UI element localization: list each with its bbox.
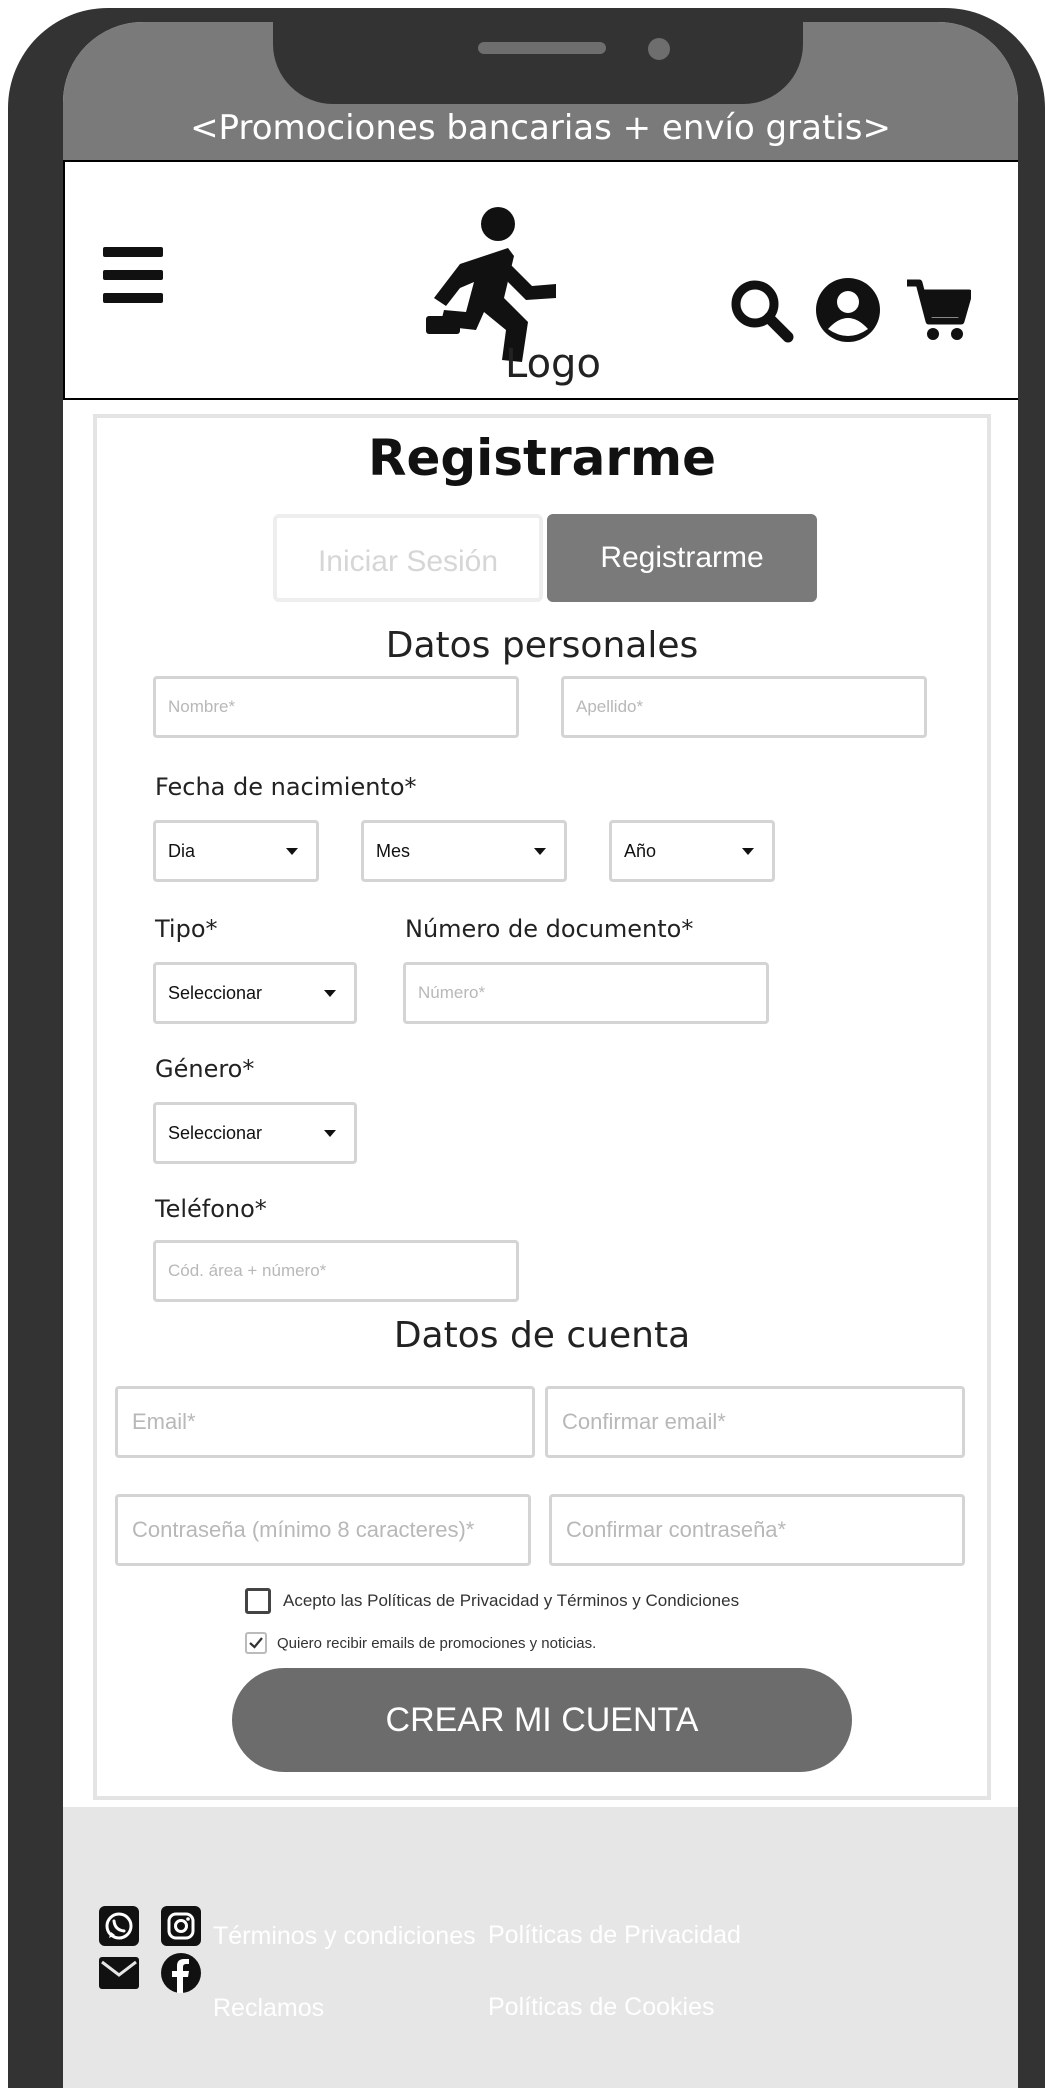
day-select[interactable]: Dia xyxy=(153,820,319,882)
doc-number-field[interactable] xyxy=(403,962,769,1024)
terms-label: Acepto las Políticas de Privacidad y Tér… xyxy=(283,1591,740,1610)
gender-select[interactable]: Seleccionar xyxy=(153,1102,357,1164)
chevron-down-icon xyxy=(324,990,336,997)
site-footer: Términos y condiciones Políticas de Priv… xyxy=(63,1807,1018,2088)
hamburger-menu-icon[interactable] xyxy=(103,247,163,303)
birthdate-label: Fecha de nacimiento* xyxy=(155,773,417,801)
search-icon[interactable] xyxy=(728,277,794,343)
logo-label: Logo xyxy=(505,341,601,387)
promo-banner: <Promociones bancarias + envío gratis> xyxy=(63,22,1018,160)
tab-login[interactable]: Iniciar Sesión xyxy=(273,514,543,602)
chevron-down-icon xyxy=(324,1130,336,1137)
month-select-value: Mes xyxy=(376,840,411,861)
phone-field[interactable] xyxy=(153,1240,519,1302)
site-header: Logo xyxy=(63,160,1018,400)
phone-screen: <Promociones bancarias + envío gratis> L… xyxy=(63,22,1018,2088)
day-select-value: Dia xyxy=(168,840,196,861)
footer-link-claims[interactable]: Reclamos xyxy=(213,1993,324,2023)
chevron-down-icon xyxy=(742,848,754,855)
doc-type-label: Tipo* xyxy=(155,915,218,943)
gender-label: Género* xyxy=(155,1055,255,1083)
month-select[interactable]: Mes xyxy=(361,820,567,882)
confirm-email-field[interactable] xyxy=(545,1386,965,1458)
chevron-down-icon xyxy=(286,848,298,855)
terms-checkbox[interactable] xyxy=(245,1588,271,1614)
promo-text: <Promociones bancarias + envío gratis> xyxy=(190,108,891,148)
year-select[interactable]: Año xyxy=(609,820,775,882)
terms-row: Acepto las Políticas de Privacidad y Tér… xyxy=(245,1588,739,1614)
camera-icon xyxy=(648,38,670,60)
phone-notch xyxy=(273,22,803,104)
password-field[interactable] xyxy=(115,1494,531,1566)
doc-type-value: Seleccionar xyxy=(168,982,263,1003)
user-account-icon[interactable] xyxy=(815,277,881,343)
personal-data-heading: Datos personales xyxy=(385,625,699,666)
first-name-field[interactable] xyxy=(153,676,519,738)
doc-type-select[interactable]: Seleccionar xyxy=(153,962,357,1024)
phone-frame: <Promociones bancarias + envío gratis> L… xyxy=(8,8,1045,2088)
last-name-field[interactable] xyxy=(561,676,927,738)
shopping-cart-icon[interactable] xyxy=(905,277,971,343)
tab-register[interactable]: Registrarme xyxy=(547,514,817,602)
newsletter-label: Quiero recibir emails de promociones y n… xyxy=(277,1634,597,1652)
account-data-heading: Datos de cuenta xyxy=(393,1315,691,1356)
create-account-button[interactable]: CREAR MI CUENTA xyxy=(232,1668,852,1772)
footer-link-cookies[interactable]: Políticas de Cookies xyxy=(488,1992,715,2022)
footer-link-terms[interactable]: Términos y condiciones xyxy=(213,1921,476,1951)
newsletter-checkbox[interactable] xyxy=(245,1632,267,1654)
email-icon[interactable] xyxy=(99,1953,139,1993)
speaker-icon xyxy=(478,42,606,54)
phone-label: Teléfono* xyxy=(155,1195,267,1223)
newsletter-row: Quiero recibir emails de promociones y n… xyxy=(245,1632,596,1654)
doc-number-label: Número de documento* xyxy=(405,915,694,943)
registration-form: Registrarme Iniciar Sesión Registrarme D… xyxy=(93,414,991,1800)
gender-value: Seleccionar xyxy=(168,1122,263,1143)
facebook-icon[interactable] xyxy=(161,1953,201,1993)
confirm-password-field[interactable] xyxy=(549,1494,965,1566)
email-field[interactable] xyxy=(115,1386,535,1458)
chevron-down-icon xyxy=(534,848,546,855)
footer-link-privacy[interactable]: Políticas de Privacidad xyxy=(488,1920,741,1950)
instagram-icon[interactable] xyxy=(161,1906,201,1946)
whatsapp-icon[interactable] xyxy=(99,1906,139,1946)
form-title: Registrarme xyxy=(367,429,717,487)
year-select-value: Año xyxy=(624,840,657,861)
checkmark-icon xyxy=(249,1637,263,1649)
